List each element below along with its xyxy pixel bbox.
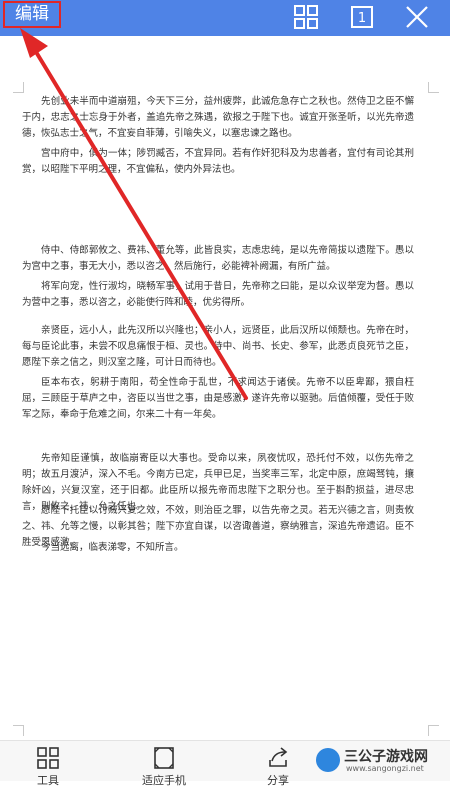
single-page-icon[interactable]: 1 xyxy=(349,4,375,30)
site-watermark: 三公子游戏网 www.sangongzi.net xyxy=(300,742,450,780)
page-corner-mark xyxy=(428,82,439,93)
share-label: 分享 xyxy=(267,774,289,787)
fit-screen-icon xyxy=(154,747,174,769)
share-button[interactable]: 分享 xyxy=(248,741,308,787)
game-controller-logo-icon xyxy=(316,748,340,772)
watermark-name: 三公子游戏网 xyxy=(344,749,428,765)
fit-phone-button[interactable]: 适应手机 xyxy=(134,741,194,787)
watermark-url: www.sangongzi.net xyxy=(346,764,424,773)
document-paragraph: 宫中府中，俱为一体；陟罚臧否，不宜异同。若有作奸犯科及为忠善者，宜付有司论其刑赏… xyxy=(22,148,414,175)
page-number: 1 xyxy=(358,11,366,26)
page-corner-mark xyxy=(13,725,24,736)
edit-button[interactable]: 编辑 xyxy=(3,1,61,28)
tools-label: 工具 xyxy=(37,774,59,787)
page-corner-mark xyxy=(13,82,24,93)
grid-icon[interactable] xyxy=(293,4,319,30)
document-paragraph: 先创业未半而中道崩殂，今天下三分，益州疲弊，此诚危急存亡之秋也。然侍卫之臣不懈于… xyxy=(22,96,414,139)
document-paragraph: 臣本布衣，躬耕于南阳，苟全性命于乱世，不求闻达于诸侯。先帝不以臣卑鄙，猥自枉屈，… xyxy=(22,377,414,420)
page-corner-mark xyxy=(428,725,439,736)
document-paragraph: 亲贤臣，远小人，此先汉所以兴隆也；亲小人，远贤臣，此后汉所以倾颓也。先帝在时，每… xyxy=(22,325,414,368)
tools-button[interactable]: 工具 xyxy=(18,741,78,787)
document-paragraph: 侍中、侍郎郭攸之、费祎、董允等，此皆良实，志虑忠纯，是以先帝简拔以遗陛下。愚以为… xyxy=(22,245,414,272)
tools-grid-icon xyxy=(37,747,59,769)
share-icon xyxy=(269,747,288,767)
close-icon[interactable] xyxy=(404,4,430,30)
top-toolbar: 编辑 1 xyxy=(0,0,450,36)
document-paragraph: 将军向宠，性行淑均，晓畅军事，试用于昔日，先帝称之曰能，是以众议举宠为督。愚以为… xyxy=(22,281,414,308)
document-paragraph: 今当远离，临表涕零，不知所言。 xyxy=(41,542,184,553)
fit-phone-label: 适应手机 xyxy=(142,774,186,787)
